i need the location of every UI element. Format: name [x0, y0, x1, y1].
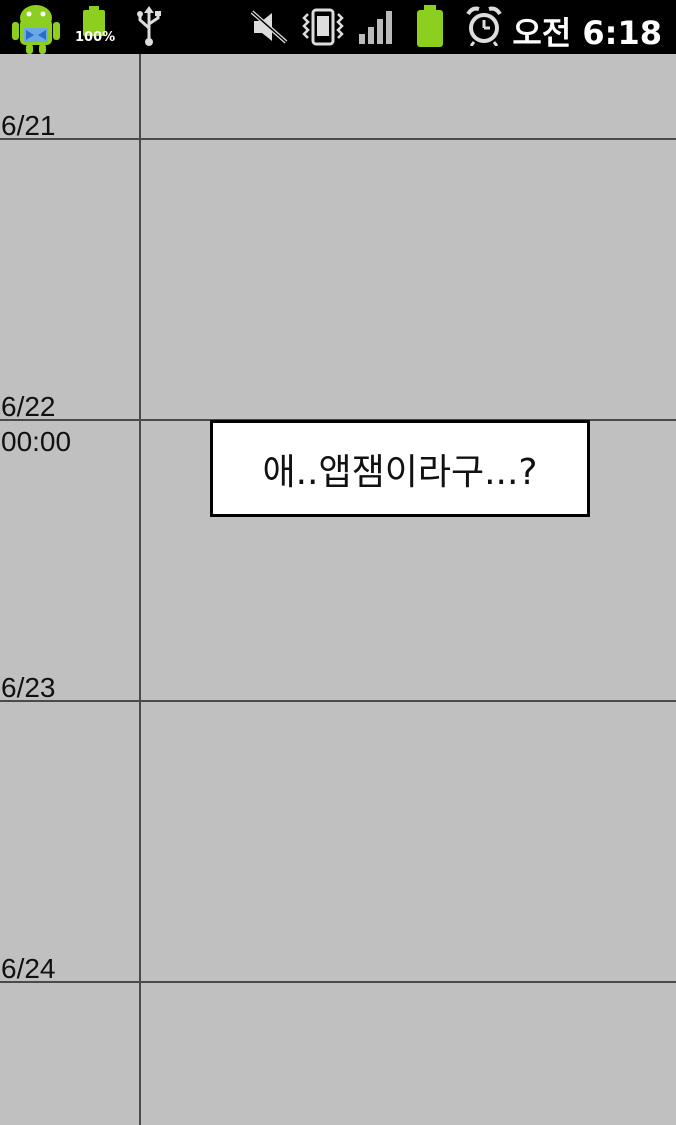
date-label-6-21: 6/21	[1, 110, 56, 141]
battery-icon	[417, 5, 443, 47]
usb-icon	[137, 6, 161, 46]
signal-icon	[359, 11, 392, 44]
date-label-6-23: 6/23	[1, 672, 56, 703]
alarm-icon	[466, 6, 502, 46]
battery-percent-label: 100%	[75, 30, 116, 45]
android-debug-icon	[12, 5, 60, 54]
date-label-6-24: 6/24	[1, 953, 56, 984]
vibrate-icon	[302, 8, 344, 46]
mute-icon	[250, 10, 288, 44]
day-divider-6-21	[0, 138, 676, 140]
date-label-6-22: 6/22	[1, 391, 56, 422]
timeline-view[interactable]: 6/21 6/22 00:00 6/23 6/24 애..앱잼이라구...?	[0, 54, 676, 1125]
status-bar: 100% 오전 6:18	[0, 0, 676, 54]
time-label-6-22: 00:00	[1, 426, 72, 457]
status-clock: 오전 6:18	[512, 14, 662, 52]
day-divider-6-23	[0, 700, 676, 702]
event-title: 애..앱잼이라구...?	[262, 451, 538, 493]
day-divider-6-24	[0, 981, 676, 983]
event-block[interactable]: 애..앱잼이라구...?	[210, 420, 590, 517]
time-column-divider	[139, 54, 141, 1125]
